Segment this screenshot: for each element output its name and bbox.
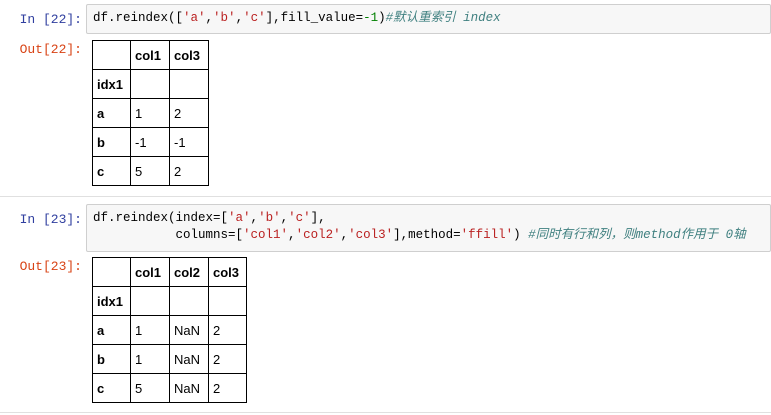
code-comment: #同时有行和列，则method作用于 0轴 xyxy=(528,228,746,242)
table-cell: 5 xyxy=(130,373,170,403)
code-text: columns=[ xyxy=(93,228,244,242)
table-cell: 2 xyxy=(208,373,247,403)
table-cell: 2 xyxy=(169,156,209,186)
index-name: idx1 xyxy=(92,286,131,316)
table-cell xyxy=(130,286,170,316)
code-text: df.reindex(index=[ xyxy=(93,211,229,225)
table-cell: NaN xyxy=(169,373,209,403)
code-string: 'ffill' xyxy=(460,228,514,242)
table-cell xyxy=(130,69,170,99)
table-cell: NaN xyxy=(169,315,209,345)
table-cell xyxy=(169,69,209,99)
table-row: b -1 -1 xyxy=(92,127,209,157)
table-cell: 1 xyxy=(130,315,170,345)
code-comment: #默认重索引 index xyxy=(385,11,501,25)
table-cell: NaN xyxy=(169,344,209,374)
row-index: b xyxy=(92,127,131,157)
code-text: ],method= xyxy=(393,228,461,242)
column-header: col1 xyxy=(130,40,170,70)
code-string: 'b' xyxy=(213,11,236,25)
code-text: , xyxy=(340,228,349,242)
table-header-row: col1 col2 col3 xyxy=(92,257,247,287)
code-string: 'c' xyxy=(243,11,266,25)
input-prompt-23: In [23]: xyxy=(19,212,82,227)
dataframe-table-23: col1 col2 col3 idx1 a 1 NaN 2 b 1 NaN 2 … xyxy=(92,257,247,403)
code-text: ],fill_value= xyxy=(265,11,364,25)
code-string: 'col1' xyxy=(243,228,289,242)
table-cell xyxy=(208,286,247,316)
table-row: c 5 2 xyxy=(92,156,209,186)
corner-cell xyxy=(92,40,131,70)
code-text: , xyxy=(205,11,214,25)
index-name: idx1 xyxy=(92,69,131,99)
code-number: -1 xyxy=(363,11,379,25)
corner-cell xyxy=(92,257,131,287)
code-string: 'b' xyxy=(258,211,281,225)
code-editor-23[interactable]: df.reindex(index=['a','b','c'], columns=… xyxy=(86,204,771,252)
column-header: col3 xyxy=(208,257,247,287)
row-index: c xyxy=(92,373,131,403)
code-text: ], xyxy=(310,211,326,225)
table-cell: -1 xyxy=(130,127,170,157)
code-text: , xyxy=(288,228,296,242)
cell-separator xyxy=(0,196,771,197)
table-cell: -1 xyxy=(169,127,209,157)
code-text: , xyxy=(250,211,259,225)
output-prompt-22: Out[22]: xyxy=(19,42,82,57)
row-index: c xyxy=(92,156,131,186)
row-index: a xyxy=(92,98,131,128)
table-row: a 1 2 xyxy=(92,98,209,128)
table-header-row: col1 col3 xyxy=(92,40,209,70)
row-index: a xyxy=(92,315,131,345)
table-cell xyxy=(169,286,209,316)
table-row: a 1 NaN 2 xyxy=(92,315,247,345)
table-row: b 1 NaN 2 xyxy=(92,344,247,374)
dataframe-table-22: col1 col3 idx1 a 1 2 b -1 -1 c 5 2 xyxy=(92,40,209,186)
table-cell: 5 xyxy=(130,156,170,186)
table-cell: 2 xyxy=(208,315,247,345)
row-index: b xyxy=(92,344,131,374)
column-header: col1 xyxy=(130,257,170,287)
code-string: 'a' xyxy=(228,211,251,225)
code-text: ) xyxy=(378,11,386,25)
code-text: df.reindex([ xyxy=(93,11,184,25)
column-header: col3 xyxy=(169,40,209,70)
index-name-row: idx1 xyxy=(92,69,209,99)
column-header: col2 xyxy=(169,257,209,287)
code-text: , xyxy=(235,11,244,25)
code-string: 'col2' xyxy=(295,228,341,242)
code-string: 'c' xyxy=(288,211,311,225)
table-cell: 2 xyxy=(208,344,247,374)
code-string: 'a' xyxy=(183,11,206,25)
input-prompt-22: In [22]: xyxy=(19,12,82,27)
code-string: 'col3' xyxy=(348,228,394,242)
code-editor-22[interactable]: df.reindex(['a','b','c'],fill_value=-1)#… xyxy=(86,4,771,34)
code-text: ) xyxy=(513,228,529,242)
code-text: , xyxy=(280,211,289,225)
cell-separator xyxy=(0,412,771,413)
index-name-row: idx1 xyxy=(92,286,247,316)
output-prompt-23: Out[23]: xyxy=(19,259,82,274)
table-cell: 1 xyxy=(130,344,170,374)
table-cell: 2 xyxy=(169,98,209,128)
table-row: c 5 NaN 2 xyxy=(92,373,247,403)
table-cell: 1 xyxy=(130,98,170,128)
